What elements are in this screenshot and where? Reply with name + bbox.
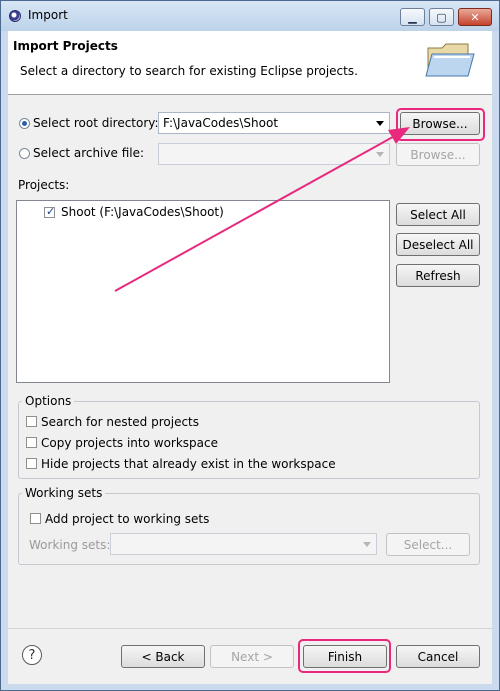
cancel-button[interactable]: Cancel — [396, 645, 480, 668]
dropdown-arrow-icon — [363, 542, 371, 547]
hide-existing-label[interactable]: Hide projects that already exist in the … — [41, 457, 336, 471]
archive-file-label: Select archive file: — [33, 146, 145, 160]
archive-file-combo[interactable] — [158, 143, 390, 165]
working-sets-combo[interactable] — [110, 533, 377, 555]
add-to-working-sets-checkbox[interactable] — [30, 513, 41, 524]
page-title: Import Projects — [13, 39, 118, 53]
search-nested-label[interactable]: Search for nested projects — [41, 415, 199, 429]
dropdown-arrow-icon — [376, 121, 384, 126]
projects-list[interactable] — [16, 200, 390, 383]
maximize-button[interactable]: ▢ — [429, 8, 454, 26]
root-directory-value: F:\JavaCodes\Shoot — [163, 116, 279, 130]
page-message: Select a directory to search for existin… — [20, 64, 358, 78]
hide-existing-checkbox[interactable] — [26, 458, 37, 469]
footer-divider — [8, 628, 492, 629]
working-sets-label: Working sets: — [29, 538, 111, 552]
working-sets-title: Working sets — [22, 486, 106, 500]
next-button[interactable]: Next > — [210, 645, 294, 668]
copy-into-workspace-checkbox[interactable] — [26, 437, 37, 448]
select-all-button[interactable]: Select All — [396, 203, 480, 226]
archive-file-radio[interactable] — [19, 148, 30, 159]
minimize-icon: ▁ — [408, 10, 417, 24]
root-directory-combo[interactable]: F:\JavaCodes\Shoot — [158, 112, 390, 134]
close-icon: ✕ — [470, 10, 480, 24]
folder-icon — [425, 43, 475, 77]
search-nested-checkbox[interactable] — [26, 416, 37, 427]
refresh-button[interactable]: Refresh — [396, 264, 480, 287]
browse-highlight-box — [396, 108, 485, 141]
root-directory-label: Select root directory: — [33, 116, 159, 130]
finish-highlight-box — [298, 639, 391, 673]
minimize-button[interactable]: ▁ — [400, 8, 425, 26]
root-directory-radio[interactable] — [19, 118, 30, 129]
archive-browse-button[interactable]: Browse... — [396, 143, 480, 166]
dropdown-arrow-icon — [376, 152, 384, 157]
window-title: Import — [28, 8, 68, 22]
working-sets-select-button[interactable]: Select... — [386, 533, 470, 556]
maximize-icon: ▢ — [436, 10, 447, 24]
help-icon[interactable]: ? — [22, 645, 42, 665]
projects-label: Projects: — [18, 178, 70, 192]
close-button[interactable]: ✕ — [458, 8, 492, 26]
copy-into-workspace-label[interactable]: Copy projects into workspace — [41, 436, 218, 450]
options-title: Options — [22, 394, 75, 408]
deselect-all-button[interactable]: Deselect All — [396, 233, 480, 256]
project-checkbox[interactable] — [44, 205, 55, 218]
add-to-working-sets-label[interactable]: Add project to working sets — [45, 512, 209, 526]
eclipse-icon — [9, 10, 21, 22]
back-button[interactable]: < Back — [121, 645, 205, 668]
project-item-label[interactable]: Shoot (F:\JavaCodes\Shoot) — [61, 205, 224, 219]
